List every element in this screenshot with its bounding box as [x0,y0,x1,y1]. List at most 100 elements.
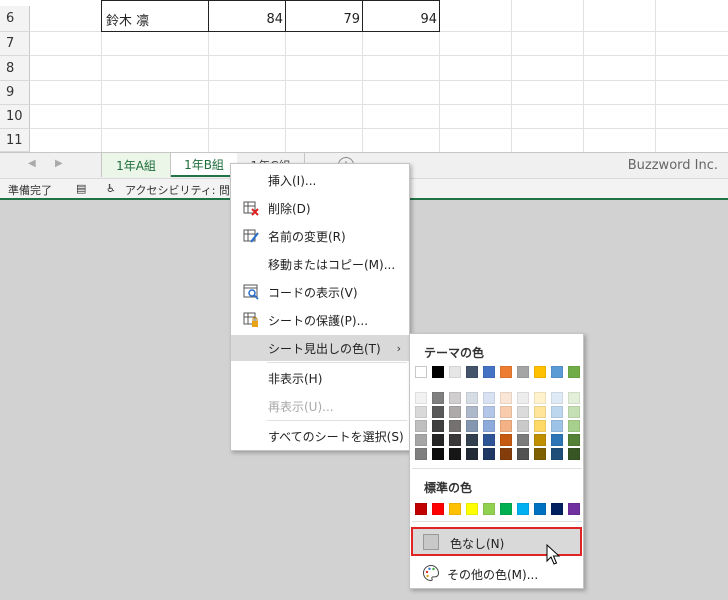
theme-shade-swatch[interactable] [517,434,529,446]
standard-color-swatch[interactable] [415,503,427,515]
row-header[interactable]: 9 [0,81,30,105]
theme-shade-swatch[interactable] [449,448,461,460]
menu-item-view-code[interactable]: コードの表示(V) [231,279,409,305]
theme-shade-swatch[interactable] [483,406,495,418]
theme-shade-swatch[interactable] [449,392,461,404]
row-header[interactable]: 11 [0,129,30,152]
theme-color-swatch[interactable] [449,366,461,378]
sheet-tab-active[interactable]: 1年B組 [171,153,237,177]
theme-shade-swatch[interactable] [500,392,512,404]
theme-shade-swatch[interactable] [551,406,563,418]
row-header[interactable]: 10 [0,105,30,129]
accessibility-status[interactable]: アクセシビリティ: 問題ありません [125,182,229,198]
theme-shade-swatch[interactable] [551,448,563,460]
standard-color-swatch[interactable] [534,503,546,515]
theme-shade-swatch[interactable] [534,420,546,432]
theme-shade-swatch[interactable] [517,420,529,432]
theme-color-swatch[interactable] [432,366,444,378]
theme-shade-swatch[interactable] [500,434,512,446]
standard-color-swatch[interactable] [449,503,461,515]
theme-color-swatch[interactable] [415,366,427,378]
theme-shade-swatch[interactable] [568,448,580,460]
theme-shade-swatch[interactable] [415,420,427,432]
scroll-right-icon[interactable]: ▶ [55,158,63,169]
standard-colors-header: 標準の色 [424,481,473,495]
worksheet-grid[interactable]: 6 7 8 9 10 11 鈴木 凛 84 79 94 [0,0,728,152]
theme-shade-swatch[interactable] [568,420,580,432]
theme-shade-swatch[interactable] [466,448,478,460]
theme-shade-swatch[interactable] [483,448,495,460]
theme-shade-swatch[interactable] [534,406,546,418]
theme-color-swatch[interactable] [466,366,478,378]
submenu-separator [412,521,582,522]
cell-score[interactable]: 84 [208,6,283,32]
theme-shade-swatch[interactable] [449,420,461,432]
theme-shade-swatch[interactable] [432,392,444,404]
row-header[interactable]: 8 [0,56,30,81]
theme-shade-swatch[interactable] [415,434,427,446]
theme-shade-swatch[interactable] [500,448,512,460]
row-header[interactable]: 6 [0,6,30,32]
theme-shade-swatch[interactable] [466,420,478,432]
theme-color-swatch[interactable] [483,366,495,378]
menu-item-tab-color[interactable]: シート見出しの色(T) › [231,335,409,361]
theme-shade-swatch[interactable] [568,392,580,404]
theme-shade-swatch[interactable] [466,434,478,446]
row-header[interactable]: 7 [0,32,30,56]
theme-color-swatch[interactable] [500,366,512,378]
cell-score[interactable]: 94 [362,6,437,32]
cell-score[interactable]: 79 [285,6,360,32]
menu-item-select-all-sheets[interactable]: すべてのシートを選択(S) [231,423,409,449]
theme-shade-swatch[interactable] [415,392,427,404]
theme-shade-swatch[interactable] [534,392,546,404]
standard-color-swatch[interactable] [568,503,580,515]
theme-shade-swatch[interactable] [568,406,580,418]
theme-color-swatch[interactable] [568,366,580,378]
cell-name[interactable]: 鈴木 凛 [106,6,149,32]
menu-item-move-copy[interactable]: 移動またはコピー(M)... [231,251,409,277]
standard-color-swatch[interactable] [517,503,529,515]
theme-shade-swatch[interactable] [483,392,495,404]
theme-shade-swatch[interactable] [500,406,512,418]
theme-color-swatch[interactable] [551,366,563,378]
theme-shade-swatch[interactable] [449,406,461,418]
theme-shade-swatch[interactable] [449,434,461,446]
standard-color-swatch[interactable] [466,503,478,515]
theme-shade-swatch[interactable] [551,392,563,404]
submenu-separator [412,468,582,469]
scroll-left-icon[interactable]: ◀ [28,158,36,169]
standard-color-swatch[interactable] [551,503,563,515]
standard-color-swatch[interactable] [432,503,444,515]
theme-color-swatch[interactable] [517,366,529,378]
theme-shade-swatch[interactable] [432,420,444,432]
menu-item-rename[interactable]: 名前の変更(R) [231,223,409,249]
theme-shade-swatch[interactable] [483,420,495,432]
theme-shade-swatch[interactable] [500,420,512,432]
theme-shade-swatch[interactable] [415,448,427,460]
theme-shade-swatch[interactable] [517,392,529,404]
theme-color-swatch[interactable] [534,366,546,378]
menu-item-insert[interactable]: 挿入(I)... [231,167,409,193]
theme-shade-swatch[interactable] [466,392,478,404]
theme-shade-swatch[interactable] [432,448,444,460]
theme-shade-swatch[interactable] [432,406,444,418]
theme-shade-swatch[interactable] [517,448,529,460]
theme-shade-swatch[interactable] [551,420,563,432]
theme-shade-swatch[interactable] [483,434,495,446]
theme-shade-swatch[interactable] [432,434,444,446]
standard-color-swatch[interactable] [500,503,512,515]
theme-shade-swatch[interactable] [534,448,546,460]
standard-color-swatch[interactable] [483,503,495,515]
theme-shade-swatch[interactable] [551,434,563,446]
menu-item-hide[interactable]: 非表示(H) [231,365,409,391]
sheet-tab[interactable]: 1年A組 [101,153,171,177]
theme-shade-swatch[interactable] [415,406,427,418]
menu-item-delete[interactable]: 削除(D) [231,195,409,221]
accessibility-icon[interactable]: ♿ [106,182,116,195]
theme-shade-swatch[interactable] [466,406,478,418]
theme-shade-swatch[interactable] [568,434,580,446]
theme-shade-swatch[interactable] [534,434,546,446]
macro-icon[interactable]: ▤ [76,182,86,195]
theme-shade-swatch[interactable] [517,406,529,418]
menu-item-protect[interactable]: シートの保護(P)... [231,307,409,333]
